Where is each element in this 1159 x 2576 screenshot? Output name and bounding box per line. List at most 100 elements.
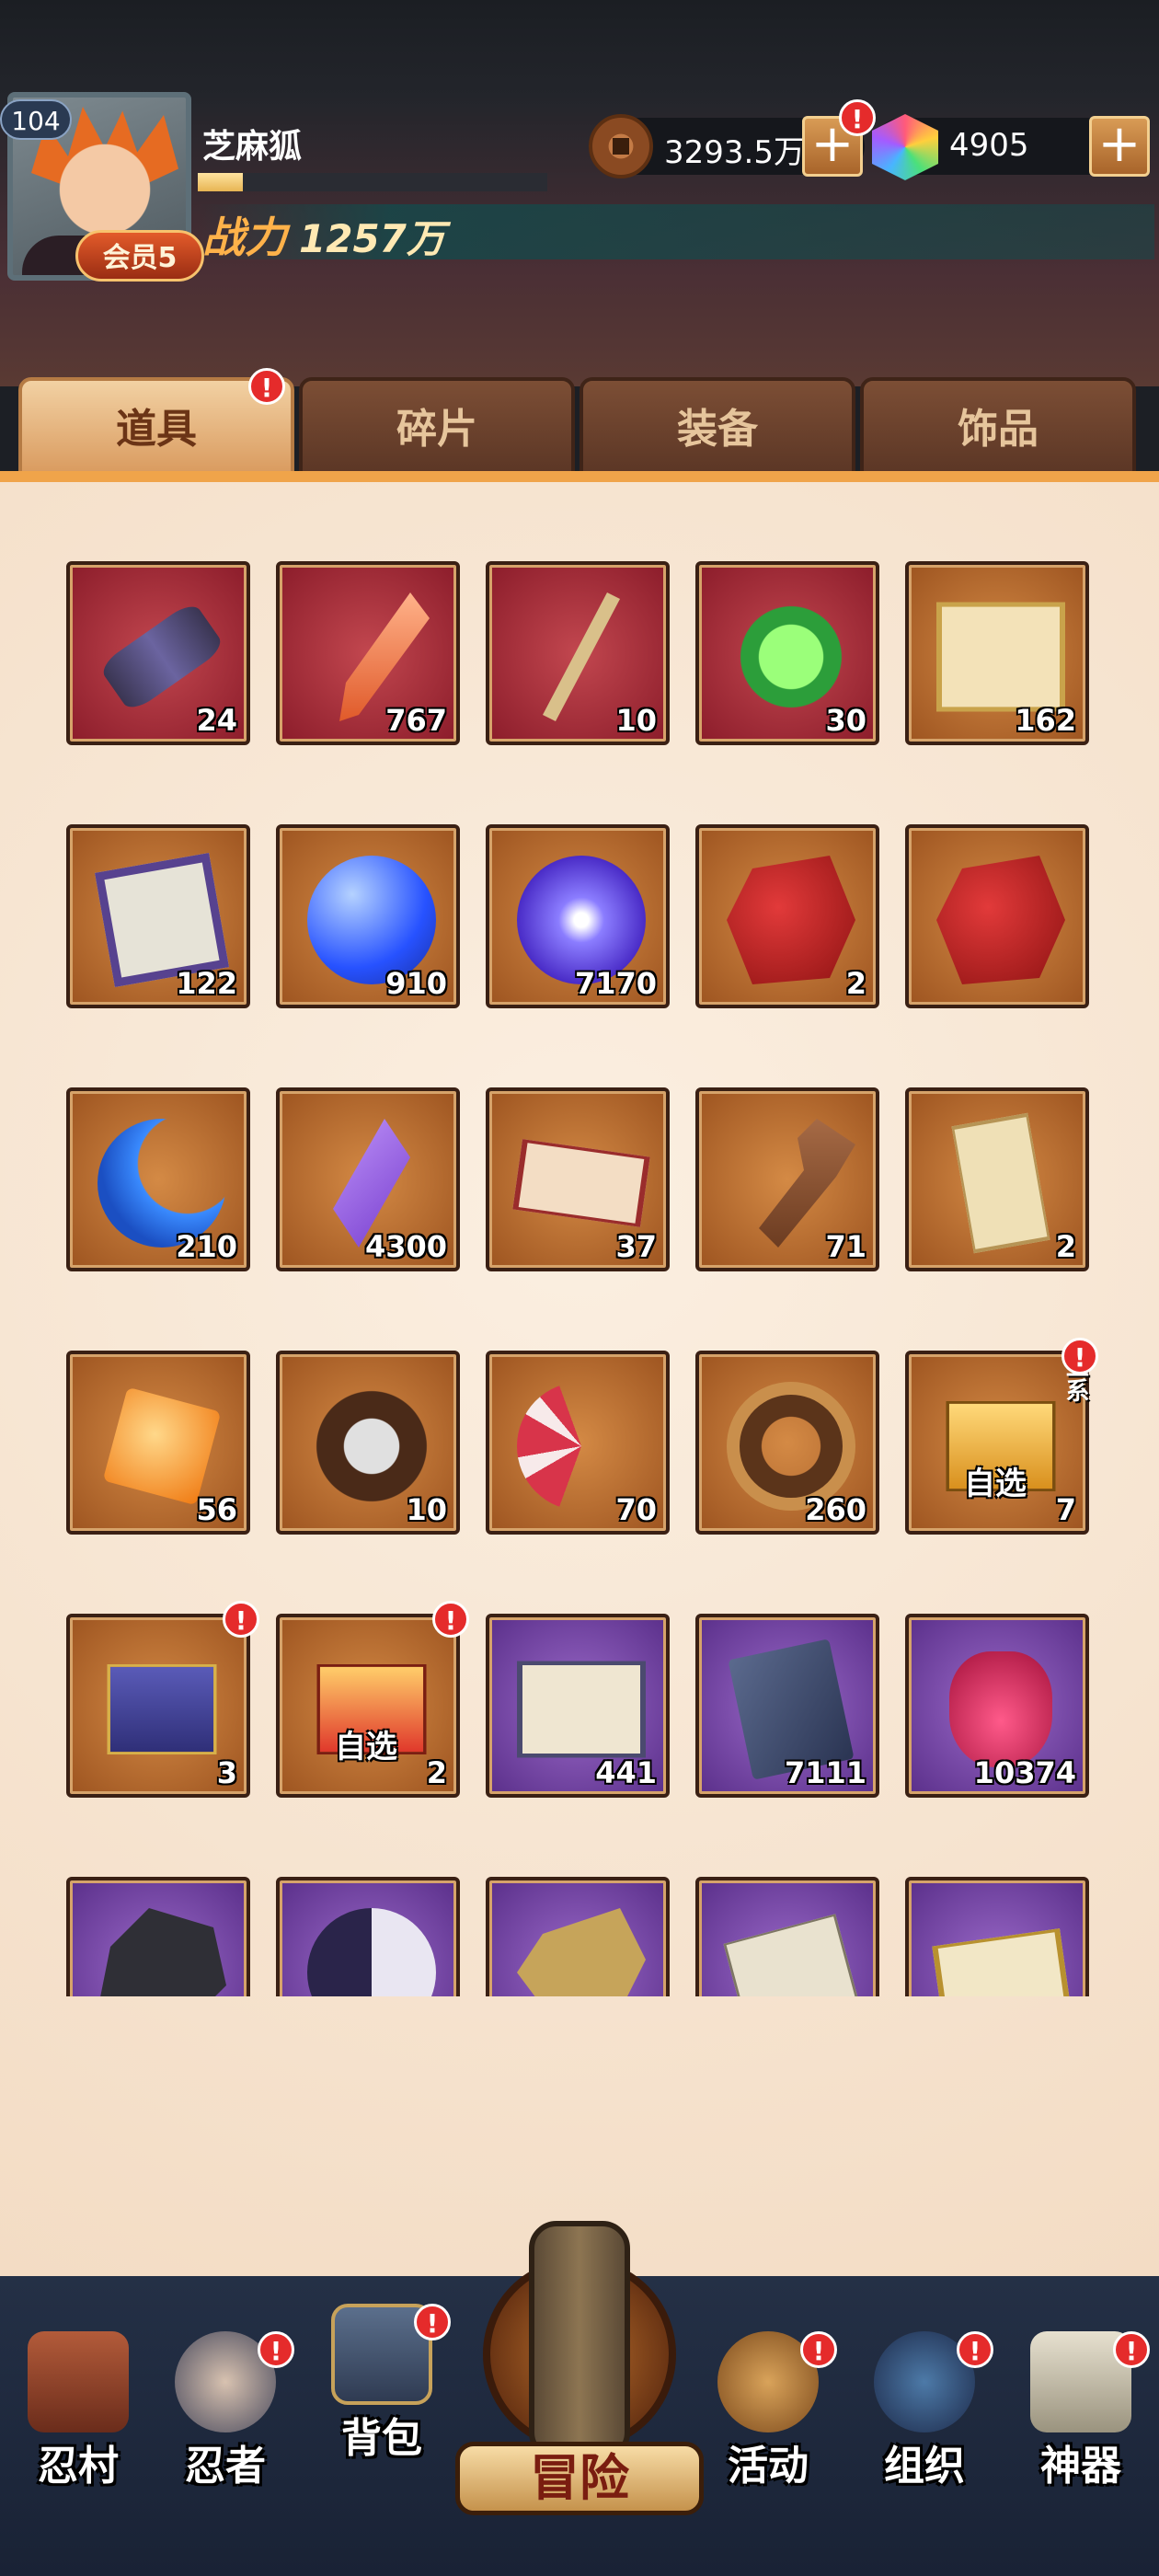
inventory-item[interactable]: 210 xyxy=(66,1087,250,1271)
item-count: 2 xyxy=(1055,1229,1076,1264)
nav-ninja-alert-badge: ! xyxy=(258,2331,294,2368)
inventory-item[interactable]: 37 xyxy=(486,1087,670,1271)
inventory-item[interactable] xyxy=(905,824,1089,1008)
nav-artifact[interactable]: ! 神器 xyxy=(1003,2304,1159,2506)
gem-value: 4905 xyxy=(949,127,1029,164)
vip-badge[interactable]: 会员5 xyxy=(75,230,204,282)
inventory-item[interactable]: 2 自选! xyxy=(276,1601,469,1798)
inventory-item[interactable]: 4300 xyxy=(276,1087,460,1271)
add-gems-button[interactable]: + xyxy=(1089,116,1150,177)
inventory-item[interactable] xyxy=(66,1877,250,1996)
blue-chest-icon xyxy=(107,1664,217,1754)
inventory-panel: 24 767 10 30 162 122 910 7170 2 210 4300 37 71 2 56 10 7… xyxy=(0,482,1159,2276)
inventory-item[interactable] xyxy=(695,1877,879,1996)
bone-icon xyxy=(517,1908,646,1996)
inventory-item[interactable] xyxy=(486,1877,670,1996)
tab-accessories[interactable]: 饰品 xyxy=(860,377,1136,478)
item-count: 24 xyxy=(196,703,237,738)
inventory-item[interactable]: 767 xyxy=(276,561,460,745)
exp-bar xyxy=(198,173,547,191)
inventory-item[interactable]: 162 xyxy=(905,561,1089,745)
item-count: 4300 xyxy=(364,1229,447,1264)
inventory-item[interactable]: 30 xyxy=(695,561,879,745)
item-alert-badge: ! xyxy=(432,1601,469,1638)
nav-village[interactable]: 忍村 xyxy=(0,2304,156,2506)
inventory-scroll-area[interactable]: 24 767 10 30 162 122 910 7170 2 210 4300 37 71 2 56 10 7… xyxy=(0,546,1159,1996)
inventory-item[interactable]: 122 xyxy=(66,824,250,1008)
item-alert-badge: ! xyxy=(1061,1338,1098,1374)
shuriken-icon xyxy=(307,1382,436,1511)
item-count: 260 xyxy=(805,1492,866,1527)
item-count: 71 xyxy=(825,1229,866,1264)
copper-currency: 3293.5万 + ! xyxy=(589,99,876,178)
item-alert-badge: ! xyxy=(223,1601,259,1638)
nav-bag[interactable]: ! 背包 xyxy=(304,2276,460,2478)
item-count: 10 xyxy=(615,703,657,738)
orange-gem-icon xyxy=(102,1386,222,1506)
nav-organization-alert-badge: ! xyxy=(957,2331,993,2368)
item-count: 7 xyxy=(1055,1492,1076,1527)
inventory-grid: 24 767 10 30 162 122 910 7170 2 210 4300 37 71 2 56 10 7… xyxy=(0,546,1159,1996)
key-icon xyxy=(759,1119,855,1248)
inventory-item[interactable]: 7170 xyxy=(486,824,670,1008)
village-gate-icon xyxy=(28,2331,129,2432)
nav-bag-label: 背包 xyxy=(341,2415,422,2462)
inventory-item[interactable]: 910 xyxy=(276,824,460,1008)
nav-ninja-label: 忍者 xyxy=(185,2443,266,2490)
item-count: 122 xyxy=(176,966,237,1001)
inventory-item[interactable]: 71 xyxy=(695,1087,879,1271)
bag-tabs: 道具 ! 碎片 装备 饰品 xyxy=(0,368,1159,478)
red-rock-icon xyxy=(727,856,855,984)
inventory-item[interactable]: 441 xyxy=(486,1614,670,1798)
nav-artifact-label: 神器 xyxy=(1040,2443,1121,2490)
nav-activity-alert-badge: ! xyxy=(800,2331,837,2368)
tab-fragments[interactable]: 碎片 xyxy=(299,377,575,478)
ore-icon xyxy=(98,1908,226,1996)
nav-activity-label: 活动 xyxy=(728,2443,809,2490)
inventory-item[interactable]: 10 xyxy=(276,1351,460,1535)
moon-icon xyxy=(98,1119,226,1248)
copper-alert-badge: ! xyxy=(839,99,876,136)
item-count: 210 xyxy=(176,1229,237,1264)
yin-yang-icon xyxy=(307,1908,436,1996)
item-count: 3 xyxy=(216,1755,237,1790)
item-count: 56 xyxy=(196,1492,237,1527)
rainbow-gem-icon xyxy=(872,114,938,180)
inventory-item[interactable]: 7111 xyxy=(695,1614,879,1798)
item-count: 767 xyxy=(385,703,447,738)
inventory-item[interactable]: 260 xyxy=(695,1351,879,1535)
inventory-item[interactable]: 10 xyxy=(486,561,670,745)
inventory-item[interactable] xyxy=(905,1877,1089,1996)
nav-organization[interactable]: ! 组织 xyxy=(846,2304,1003,2506)
item-count: 910 xyxy=(385,966,447,1001)
paper-scroll-icon xyxy=(936,602,1065,712)
jar-icon xyxy=(949,1651,1052,1767)
inventory-item[interactable]: 24 xyxy=(66,561,250,745)
bottom-nav: 忍村 ! 忍者 ! 背包 冒险 ! 活动 ! 组织 ! 神器 xyxy=(0,2221,1159,2576)
tab-equipment[interactable]: 装备 xyxy=(580,377,855,478)
nav-artifact-alert-badge: ! xyxy=(1113,2331,1150,2368)
item-count: 70 xyxy=(615,1492,657,1527)
inventory-item[interactable]: 70 xyxy=(486,1351,670,1535)
gold-banner-icon xyxy=(932,1928,1070,1996)
nav-adventure-label: 冒险 xyxy=(455,2442,704,2515)
inventory-item[interactable]: 7 自选 三系! xyxy=(905,1338,1098,1535)
inventory-item[interactable]: 3! xyxy=(66,1601,259,1798)
item-count: 2 xyxy=(426,1755,447,1790)
talisman-icon xyxy=(951,1112,1050,1254)
inventory-item[interactable]: 2 xyxy=(695,824,879,1008)
inventory-item[interactable]: 10374 xyxy=(905,1614,1089,1798)
adventure-scroll-icon xyxy=(529,2221,630,2460)
fan-icon xyxy=(517,1382,646,1511)
item-count: 7170 xyxy=(574,966,657,1001)
nav-ninja[interactable]: ! 忍者 xyxy=(147,2304,304,2506)
inventory-item[interactable]: 2 xyxy=(905,1087,1089,1271)
item-count: 441 xyxy=(595,1755,657,1790)
power-value: 1257万 xyxy=(299,216,445,261)
item-count: 10374 xyxy=(973,1755,1076,1790)
inventory-item[interactable]: 56 xyxy=(66,1351,250,1535)
nav-adventure[interactable]: 冒险 xyxy=(455,2221,704,2524)
nav-organization-label: 组织 xyxy=(884,2443,965,2490)
inventory-item[interactable] xyxy=(276,1877,460,1996)
nav-activity[interactable]: ! 活动 xyxy=(690,2304,846,2506)
